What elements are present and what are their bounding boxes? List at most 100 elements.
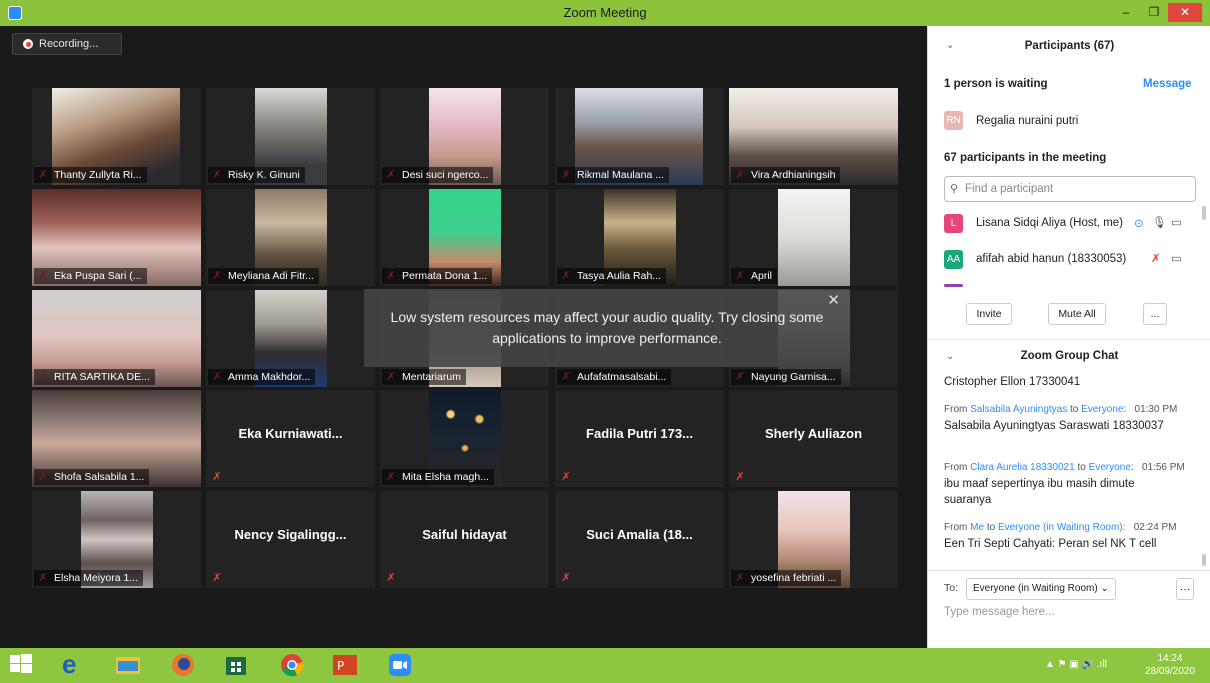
muted-mic-icon: ✗: [386, 572, 396, 584]
video-tile[interactable]: Fadila Putri 173... ✗: [555, 390, 724, 487]
firefox-icon[interactable]: [171, 653, 199, 679]
chat-message-text: ibu maaf sepertinya ibu masih dimute sua…: [944, 478, 1135, 506]
participant-name: Elsha Meiyora 1...: [34, 570, 144, 586]
chat-header: Zoom Group Chat: [1020, 350, 1119, 362]
close-window-button[interactable]: ✕: [1168, 3, 1202, 22]
clock-time: 14:24: [1157, 653, 1183, 664]
video-tile[interactable]: ✗ Elsha Meiyora 1...: [32, 491, 201, 588]
chat-message-input[interactable]: Type message here...: [944, 606, 1055, 618]
message-waiting-link[interactable]: Message: [1143, 78, 1192, 90]
avatar: RN: [944, 111, 963, 130]
participant-name: yosefina febriati ...: [731, 570, 842, 586]
participant-name: Amma Makhdor...: [208, 369, 316, 385]
recording-indicator[interactable]: Recording...: [12, 33, 122, 55]
video-tile[interactable]: ✗ Eka Puspa Sari (...: [32, 189, 201, 286]
title-bar: Zoom Meeting – ❐ ✕: [0, 0, 1210, 26]
participant-name: Nayung Garnisa...: [731, 369, 841, 385]
rename-icon[interactable]: ⊙: [1134, 216, 1144, 230]
participant-name: April: [731, 268, 778, 284]
avatar: AA: [944, 250, 963, 269]
recipient-select[interactable]: Everyone (in Waiting Room) ⌄: [966, 578, 1116, 600]
svg-text:P: P: [337, 659, 344, 673]
clock-date: 28/09/2020: [1144, 666, 1196, 677]
participants-scrollbar[interactable]: [1202, 206, 1206, 220]
video-tile[interactable]: ✗ Meyliana Adi Fitr...: [206, 189, 375, 286]
zoom-taskbar-icon[interactable]: [388, 653, 416, 679]
video-tile[interactable]: ✗ Amma Makhdor...: [206, 290, 375, 387]
participant-name: Desi suci ngerco...: [382, 167, 494, 183]
video-tile[interactable]: ✗ Desi suci ngerco...: [380, 88, 549, 185]
more-options-button[interactable]: ...: [1143, 303, 1167, 325]
waiting-room-title: 1 person is waiting: [944, 78, 1048, 90]
muted-mic-icon: ✗: [212, 572, 222, 584]
file-explorer-icon[interactable]: [115, 653, 143, 679]
video-tile[interactable]: ✗ Shofa Salsabila 1...: [32, 390, 201, 487]
participant-name: Thanty Zullyta Ri...: [34, 167, 147, 183]
video-tile[interactable]: Suci Amalia (18... ✗: [555, 491, 724, 588]
store-icon[interactable]: [224, 653, 252, 679]
video-tile[interactable]: ✗ Rikmal Maulana ...: [555, 88, 724, 185]
participant-list-name[interactable]: afifah abid hanun (18330053): [976, 253, 1126, 265]
participant-name: Permata Dona 1...: [382, 268, 493, 284]
participant-display-name: Nency Sigalingg...: [234, 527, 347, 542]
chat-message-meta: From Salsabila Ayuningtyas to Everyone: …: [944, 404, 1178, 415]
chat-message-text: Een Tri Septi Cahyati: Peran sel NK T ce…: [944, 538, 1157, 550]
video-tile[interactable]: Saiful hidayat ✗: [380, 491, 549, 588]
muted-mic-icon: ✗: [735, 471, 745, 483]
video-tile[interactable]: ✗ Thanty Zullyta Ri...: [32, 88, 201, 185]
muted-microphone-icon[interactable]: ✗: [1151, 251, 1161, 265]
record-icon: [23, 39, 33, 49]
participants-header: Participants (67): [1024, 40, 1115, 52]
participant-display-name: Saiful hidayat: [422, 527, 507, 542]
participant-name: Aufafatmasalsabi...: [557, 369, 672, 385]
video-tile[interactable]: ✗ yosefina febriati ...: [729, 491, 898, 588]
participant-name: Mentariarum: [382, 369, 466, 385]
system-tray[interactable]: ▲ ⚑ ▣ 🔊 .ıll: [1045, 659, 1107, 670]
video-tile[interactable]: ✗ Mita Elsha magh...: [380, 390, 549, 487]
video-tile[interactable]: ✗ Tasya Aulia Rah...: [555, 189, 724, 286]
chat-more-button[interactable]: ···: [1176, 578, 1194, 600]
invite-button[interactable]: Invite: [966, 303, 1012, 325]
participant-search-input[interactable]: Find a participant: [944, 176, 1196, 202]
waiting-person-name[interactable]: Regalia nuraini putri: [976, 115, 1078, 127]
close-notice-icon[interactable]: ✕: [827, 290, 840, 311]
participant-name: Risky K. Ginuni: [208, 167, 305, 183]
chrome-icon[interactable]: [280, 653, 308, 679]
taskbar: e P ▲ ⚑ ▣ 🔊 .ıll 14:24 28/09/2020: [0, 648, 1210, 683]
low-resources-notice: Low system resources may affect your aud…: [364, 289, 850, 367]
minimize-button[interactable]: –: [1112, 3, 1140, 22]
in-meeting-title: 67 participants in the meeting: [944, 152, 1107, 164]
video-tile[interactable]: Eka Kurniawati... ✗: [206, 390, 375, 487]
participant-display-name: Sherly Auliazon: [764, 426, 863, 441]
participant-name: Vira Ardhianingsih: [731, 167, 841, 183]
video-tile[interactable]: ✗ Permata Dona 1...: [380, 189, 549, 286]
notice-text: Low system resources may affect your aud…: [390, 309, 824, 346]
video-camera-icon[interactable]: ▭: [1171, 251, 1182, 265]
participant-name: Eka Puspa Sari (...: [34, 268, 147, 284]
video-tile[interactable]: ✗ Risky K. Ginuni: [206, 88, 375, 185]
video-tile[interactable]: ✗ RITA SARTIKA DE...: [32, 290, 201, 387]
video-tile[interactable]: ✗ April: [729, 189, 898, 286]
recording-label: Recording...: [39, 38, 99, 50]
maximize-button[interactable]: ❐: [1140, 3, 1168, 22]
clock[interactable]: 14:24 28/09/2020: [1140, 652, 1200, 678]
windows-start-icon[interactable]: [10, 653, 38, 679]
participant-name: Mita Elsha magh...: [382, 469, 494, 485]
panel-divider: [928, 339, 1210, 340]
video-camera-icon[interactable]: ▭: [1171, 215, 1182, 229]
video-tile[interactable]: Nency Sigalingg... ✗: [206, 491, 375, 588]
participant-name: Meyliana Adi Fitr...: [208, 268, 319, 284]
mute-all-button[interactable]: Mute All: [1048, 303, 1106, 325]
chat-scrollbar[interactable]: [1202, 554, 1206, 566]
powerpoint-icon[interactable]: P: [332, 653, 360, 679]
participant-display-name: Suci Amalia (18...: [586, 527, 693, 542]
participant-list-name[interactable]: Lisana Sidqi Aliya (Host, me): [976, 217, 1123, 229]
side-panel: ⌄ Participants (67) 1 person is waiting …: [927, 26, 1210, 648]
internet-explorer-icon[interactable]: e: [62, 651, 90, 679]
panel-divider: [928, 570, 1210, 571]
video-tile[interactable]: ✗ Vira Ardhianingsih: [729, 88, 898, 185]
participant-name: RITA SARTIKA DE...: [34, 369, 155, 385]
microphone-icon[interactable]: 🎙︎: [1152, 215, 1167, 229]
window-title: Zoom Meeting: [563, 5, 647, 20]
video-tile[interactable]: Sherly Auliazon ✗: [729, 390, 898, 487]
